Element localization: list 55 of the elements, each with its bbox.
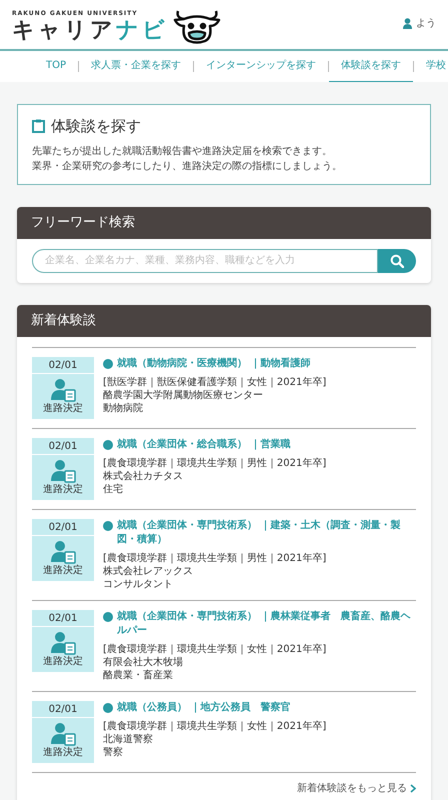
entry-company: 酪農学園大学附属動物医療センター bbox=[103, 388, 264, 402]
news-card-title: 新着体験談 bbox=[31, 312, 96, 330]
person-document-icon bbox=[50, 458, 76, 482]
entry-profile: [農食環境学群｜環境共生学類｜男性｜2021年卒] bbox=[103, 456, 326, 470]
entry-date: 02/01 bbox=[32, 438, 94, 454]
entry-status: 進路決定 bbox=[43, 564, 83, 576]
person-document-icon bbox=[50, 722, 76, 746]
user-greeting: よう bbox=[416, 17, 436, 31]
entry-status: 進路決定 bbox=[43, 482, 83, 496]
more-link[interactable]: 新着体験談をもっと見る bbox=[297, 780, 407, 796]
entry-date: 02/01 bbox=[32, 518, 94, 536]
entry-profile: [農食環境学群｜環境共生学類｜女性｜2021年卒] bbox=[103, 642, 328, 656]
entry-company: 株式会社カチタス bbox=[103, 470, 184, 482]
intro-text: 業界・企業研究の参考にしたり、進路決定の際の指標にしましょう。 bbox=[32, 160, 343, 174]
entry-title-link[interactable]: 就職（企業団体・総合職系） ｜営業職 bbox=[117, 438, 290, 452]
entry-profile: [農食環境学群｜環境共生学類｜男性｜2021年卒] bbox=[103, 552, 328, 564]
logo-text: キャリア ナビ bbox=[12, 16, 168, 44]
search-button[interactable] bbox=[378, 248, 416, 272]
search-card-title: フリーワード検索 bbox=[31, 214, 135, 232]
user-icon bbox=[403, 18, 412, 29]
clipboard-icon bbox=[32, 119, 45, 134]
nav-tab[interactable]: TOP bbox=[34, 51, 78, 82]
entry-industry: 警察 bbox=[103, 746, 124, 758]
entry-status: 進路決定 bbox=[43, 654, 83, 668]
entry-title-link[interactable]: 就職（公務員） ｜地方公務員 警察官 bbox=[117, 700, 290, 714]
entry-title-link[interactable]: 就職（企業団体・専門技術系） ｜農林業従事者 農畜産、酪農ヘルパー bbox=[117, 610, 416, 638]
entry-profile: [獣医学群｜獣医保健看護学類｜女性｜2021年卒] bbox=[103, 376, 326, 388]
entry-status: 進路決定 bbox=[43, 746, 83, 758]
entry-title-link[interactable]: 就職（動物病院・医療機関） ｜動物看護師 bbox=[117, 356, 310, 370]
entry-date: 02/01 bbox=[32, 700, 94, 718]
entry-industry: 動物病院 bbox=[103, 402, 144, 414]
entry-company: 有限会社大木牧場 bbox=[103, 656, 184, 668]
entry-date: 02/01 bbox=[32, 356, 94, 374]
entry-profile: [農食環境学群｜環境共生学類｜女性｜2021年卒] bbox=[103, 720, 326, 732]
person-document-icon bbox=[50, 630, 76, 654]
entry-industry: 酪農業・畜産業 bbox=[103, 668, 174, 682]
intro-title: 体験談を探す bbox=[51, 116, 141, 137]
person-document-icon bbox=[50, 540, 76, 564]
entry-date: 02/01 bbox=[32, 610, 94, 626]
entry-status: 進路決定 bbox=[43, 402, 83, 414]
search-icon bbox=[390, 254, 404, 268]
entry-company: 北海道警察 bbox=[103, 732, 154, 746]
nav-tab[interactable]: 求人票・企業を探す bbox=[79, 51, 194, 82]
intro-text: 先輩たちが提出した就職活動報告書や進路決定届を検索できます。 bbox=[32, 144, 333, 158]
nav-tab[interactable]: 体験談を探す bbox=[329, 51, 414, 82]
entry-industry: 住宅 bbox=[103, 482, 124, 496]
entry-company: 株式会社レアックス bbox=[103, 564, 194, 578]
chevron-right-icon bbox=[410, 784, 416, 792]
entry-title-link[interactable]: 就職（企業団体・専門技術系） ｜建築・土木（調査・測量・製図・積算） bbox=[117, 518, 416, 546]
entry-industry: コンサルタント bbox=[103, 578, 174, 590]
person-document-icon bbox=[50, 378, 76, 402]
cow-icon bbox=[172, 8, 222, 44]
nav-tab[interactable]: インターンシップを探す bbox=[194, 51, 328, 82]
nav-tab[interactable]: 学校 bbox=[414, 51, 448, 82]
search-field[interactable]: 企業名、企業名カナ、業種、業務内容、職種などを入力 bbox=[32, 248, 378, 272]
